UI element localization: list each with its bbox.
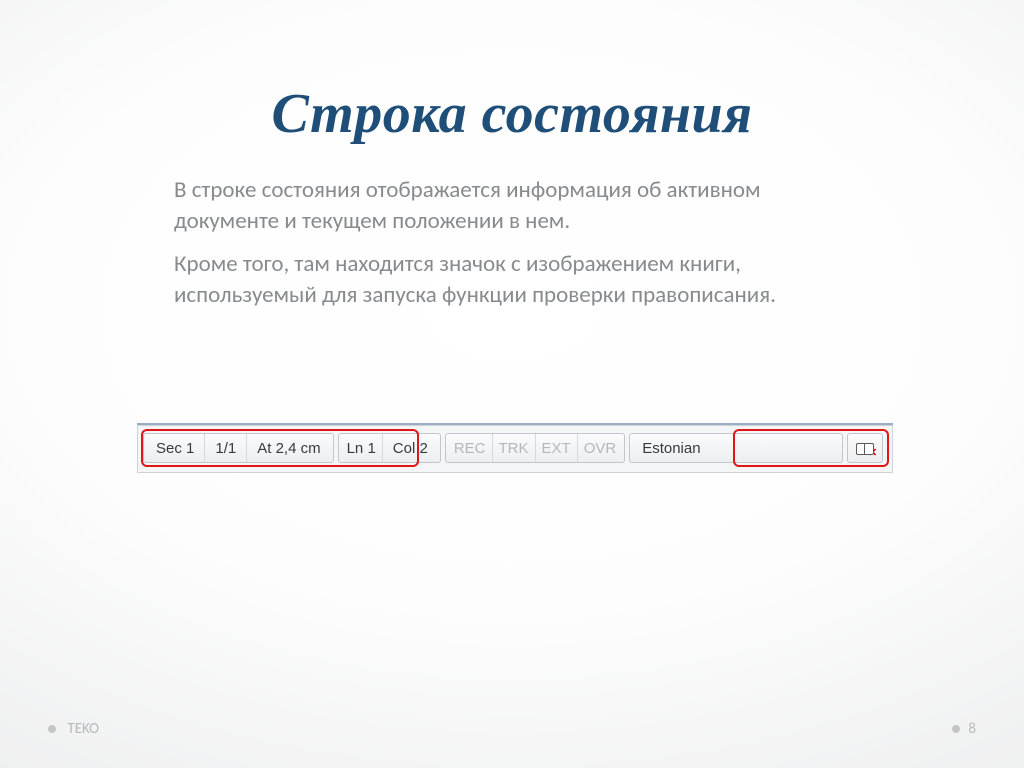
status-group-language: Estonian [629, 433, 843, 463]
body-paragraph-2: Кроме того, там находится значок с изобр… [174, 249, 854, 311]
status-group-page: Sec 1 1/1 At 2,4 cm [143, 433, 334, 463]
status-group-spellcheck: ✕ [847, 433, 883, 463]
status-at: At 2,4 cm [247, 434, 330, 462]
footer-right: 8 [952, 720, 976, 738]
bullet-icon [952, 725, 960, 733]
book-icon: ✕ [856, 441, 874, 455]
status-ln-label: Ln [347, 440, 364, 457]
slide-footer: TEKO 8 [0, 720, 1024, 738]
status-group-cursor: Ln 1 Col 2 [338, 433, 441, 463]
status-mode-ovr: OVR [578, 434, 623, 462]
status-at-label: At [257, 440, 271, 457]
slide-title: Строка состояния [0, 82, 1024, 146]
status-col-value: 2 [419, 440, 427, 457]
status-column: Col 2 [383, 434, 438, 462]
status-at-value: 2,4 cm [276, 440, 321, 457]
status-mode-rec: REC [448, 434, 493, 462]
status-group-modes: REC TRK EXT OVR [445, 433, 625, 463]
page-number: 8 [968, 720, 976, 738]
status-col-label: Col [393, 440, 416, 457]
footer-left: TEKO [48, 720, 99, 738]
status-bar-illustration: Sec 1 1/1 At 2,4 cm Ln 1 Col 2 REC TRK E… [137, 423, 893, 473]
status-page-count: 1/1 [205, 434, 247, 462]
status-ln-value: 1 [367, 440, 375, 457]
footer-text: TEKO [67, 720, 99, 738]
status-mode-ext: EXT [536, 434, 578, 462]
status-mode-trk: TRK [493, 434, 536, 462]
status-line: Ln 1 [341, 434, 383, 462]
slide-body: В строке состояния отображается информац… [174, 175, 854, 323]
spellcheck-button[interactable]: ✕ [850, 434, 880, 462]
status-language: Estonian [632, 434, 840, 462]
bullet-icon [48, 725, 56, 733]
status-section: Sec 1 [146, 434, 205, 462]
error-mark-icon: ✕ [868, 449, 877, 458]
body-paragraph-1: В строке состояния отображается информац… [174, 175, 854, 237]
status-bar: Sec 1 1/1 At 2,4 cm Ln 1 Col 2 REC TRK E… [143, 433, 887, 463]
